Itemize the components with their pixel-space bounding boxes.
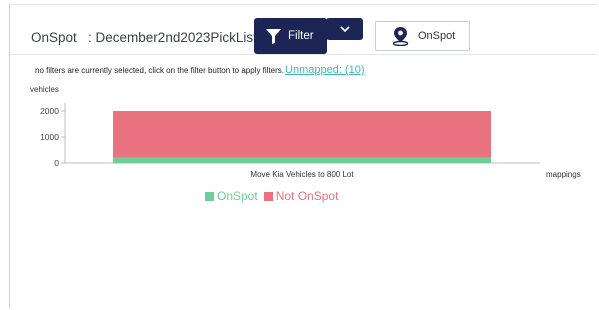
bar-onspot: [113, 157, 491, 163]
x-axis-label: mappings: [546, 170, 581, 179]
onspot-panel: OnSpot : December2nd2023PickList Filter …: [9, 4, 597, 308]
legend-swatch: [263, 191, 273, 201]
legend-swatch: [205, 191, 214, 201]
legend-item[interactable]: OnSpot: [205, 189, 258, 203]
legend-item[interactable]: Not OnSpot: [263, 189, 339, 203]
legend-label: Not OnSpot: [275, 189, 339, 203]
y-tick-label: 1000: [40, 132, 59, 142]
legend-label: OnSpot: [217, 189, 258, 203]
bar-not-onspot: [113, 111, 491, 158]
vehicles-chart: vehicles mappings 0 1000 2000 Move Kia Vehicl…: [30, 85, 581, 179]
chart-legend: OnSpot Not OnSpot: [205, 189, 344, 203]
y-axis-label: vehicles: [30, 85, 59, 94]
y-tick-label: 0: [54, 158, 59, 168]
y-tick-label: 2000: [40, 106, 59, 116]
x-tick-label: Move Kia Vehicles to 800 Lot: [250, 170, 354, 179]
